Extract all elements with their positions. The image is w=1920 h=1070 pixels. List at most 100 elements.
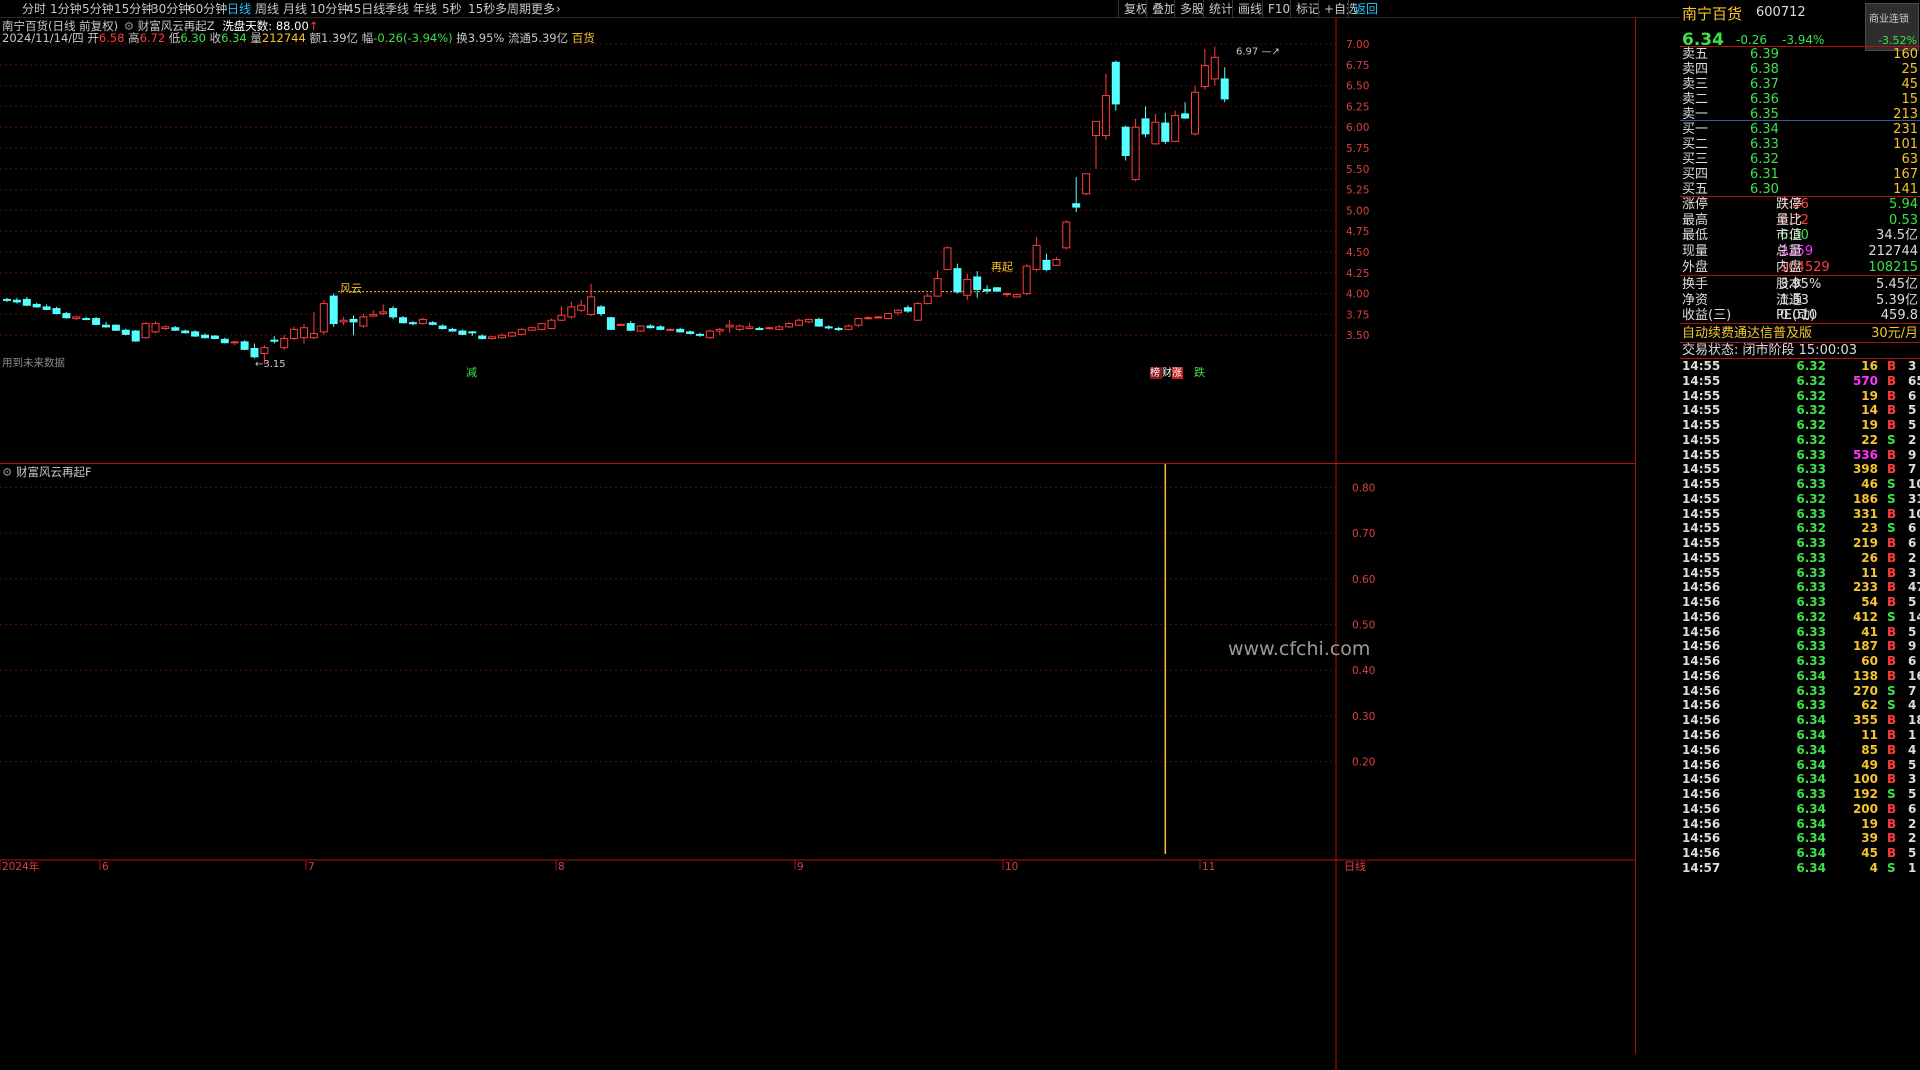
period-tab[interactable]: 10分钟 <box>310 0 349 18</box>
stock-code: 600712 <box>1756 5 1806 20</box>
tick-row: 14:56 6.33 233 B 47 <box>1680 580 1920 595</box>
tick-time: 14:56 <box>1682 683 1721 698</box>
period-tab[interactable]: 月线 <box>283 0 307 18</box>
candle <box>824 325 833 330</box>
candle <box>42 304 51 311</box>
candle <box>280 335 289 351</box>
candle <box>1171 110 1180 143</box>
tick-direction: B <box>1887 506 1897 521</box>
candle <box>250 343 259 359</box>
tick-direction: S <box>1887 477 1896 492</box>
price-change: -0.26 <box>1736 33 1768 47</box>
tick-time: 14:55 <box>1682 536 1721 551</box>
candle <box>795 318 803 327</box>
fengyun-label: 风云 <box>340 282 362 295</box>
period-tab[interactable]: 5秒 <box>442 0 462 18</box>
candle <box>141 321 150 339</box>
kline-canvas[interactable]: 7.00 6.75 6.50 6.25 6.00 5.75 5.50 5.25 5.00 4.75… <box>0 18 1636 464</box>
period-tab[interactable]: 1分钟 <box>50 0 82 18</box>
tick-price: 6.34 <box>1796 713 1826 728</box>
period-tab[interactable]: 季线 <box>385 0 409 18</box>
period-tab[interactable]: 多周期 <box>495 0 531 18</box>
tick-time: 14:55 <box>1682 388 1721 403</box>
promo-price[interactable]: 30元/月 <box>1871 325 1918 343</box>
x-axis-label: 6 <box>102 861 109 873</box>
stock-name[interactable]: 南宁百货 <box>1682 3 1742 24</box>
candle <box>557 306 566 322</box>
candle <box>1121 125 1130 161</box>
candle <box>844 324 853 331</box>
candle <box>666 328 675 332</box>
period-tab[interactable]: 更多 <box>531 0 555 18</box>
period-tab[interactable]: 15秒 <box>468 0 495 18</box>
tick-volume: 19 <box>1861 388 1878 403</box>
candle <box>408 321 417 326</box>
period-tab[interactable]: 周线 <box>255 0 279 18</box>
kline-main-chart[interactable]: 南宁百货(日线 前复权) ⚙ 财富风云再起Z 洗盘天数: 88.00↑ 2024… <box>0 18 1636 464</box>
sub-indicator-canvas[interactable]: 1.000.900.800.700.600.500.400.300.202024… <box>0 464 1636 1070</box>
candle <box>686 330 695 335</box>
tick-direction: S <box>1887 860 1896 875</box>
tick-time: 14:56 <box>1682 742 1721 757</box>
tick-price: 6.34 <box>1796 860 1826 875</box>
promo-text[interactable]: 自动续费通达信普及版 <box>1682 325 1812 343</box>
period-tab[interactable]: 年线 <box>413 0 437 18</box>
tick-time: 14:56 <box>1682 846 1721 861</box>
more-chevron-icon[interactable]: › <box>556 0 561 18</box>
y-axis-label: 6.25 <box>1346 101 1369 113</box>
sub-y-axis-label: 0.20 <box>1352 757 1375 769</box>
tick-time: 14:56 <box>1682 831 1721 846</box>
candle <box>1002 292 1011 297</box>
tick-direction: B <box>1887 801 1897 816</box>
period-tab[interactable]: 15分钟 <box>114 0 153 18</box>
tick-direction: B <box>1887 757 1897 772</box>
candle <box>240 340 249 351</box>
tick-direction: B <box>1887 728 1897 742</box>
period-tab[interactable]: 30分钟 <box>151 0 190 18</box>
tick-time: 14:56 <box>1682 624 1721 639</box>
tick-row: 14:55 6.32 22 S 2 <box>1680 433 1920 448</box>
candle <box>547 318 556 330</box>
sub-y-axis-label: 0.70 <box>1352 528 1375 540</box>
promo-row[interactable]: 自动续费通达信普及版 30元/月 <box>1680 325 1920 343</box>
toolbar-button[interactable]: 返回 <box>1348 0 1383 18</box>
y-axis-label: 6.50 <box>1346 81 1369 93</box>
tick-row: 14:55 6.32 19 B 5 <box>1680 418 1920 433</box>
tick-time: 14:55 <box>1682 506 1721 521</box>
tick-direction: B <box>1887 580 1897 595</box>
sector-badge[interactable]: 商业连锁 -3.52% <box>1865 3 1919 51</box>
candle <box>478 334 487 340</box>
period-tab[interactable]: 分时 <box>22 0 46 18</box>
tick-row: 14:55 6.32 570 B 65 <box>1680 374 1920 389</box>
period-tab[interactable]: 日线 <box>227 0 251 18</box>
tick-count: 5 <box>1908 418 1917 433</box>
y-axis-label: 5.50 <box>1346 164 1369 176</box>
candle <box>507 331 516 337</box>
tick-row: 14:56 6.34 85 B 4 <box>1680 743 1920 758</box>
candle <box>715 327 724 336</box>
tick-volume: 4 <box>1869 860 1878 875</box>
candle <box>151 321 160 334</box>
candle <box>567 301 576 319</box>
tick-price: 6.32 <box>1796 388 1826 403</box>
tick-price: 6.32 <box>1796 359 1826 373</box>
period-tab[interactable]: 60分钟 <box>188 0 227 18</box>
tick-row: 14:55 6.33 536 B 9 <box>1680 448 1920 463</box>
tick-direction: S <box>1887 432 1896 447</box>
tick-time: 14:56 <box>1682 787 1721 802</box>
indicator-sub-chart[interactable]: ⚙ 财富风云再起F 1.000.900.800.700.600.500.400.… <box>0 464 1636 1070</box>
tick-row: 14:56 6.34 138 B 16 <box>1680 669 1920 684</box>
tick-count: 3 <box>1908 359 1917 373</box>
tick-count: 6 <box>1908 801 1917 816</box>
period-tab[interactable]: 5分钟 <box>82 0 114 18</box>
candle <box>290 326 299 341</box>
candle <box>468 331 477 337</box>
tick-volume: 398 <box>1852 462 1878 477</box>
tick-count: 18 <box>1908 713 1920 728</box>
tick-time: 14:56 <box>1682 595 1721 610</box>
tick-volume: 62 <box>1861 698 1878 713</box>
candle <box>329 293 338 327</box>
period-tab[interactable]: 45日线 <box>346 0 385 18</box>
candle <box>181 329 190 334</box>
tick-time: 14:56 <box>1682 654 1721 669</box>
